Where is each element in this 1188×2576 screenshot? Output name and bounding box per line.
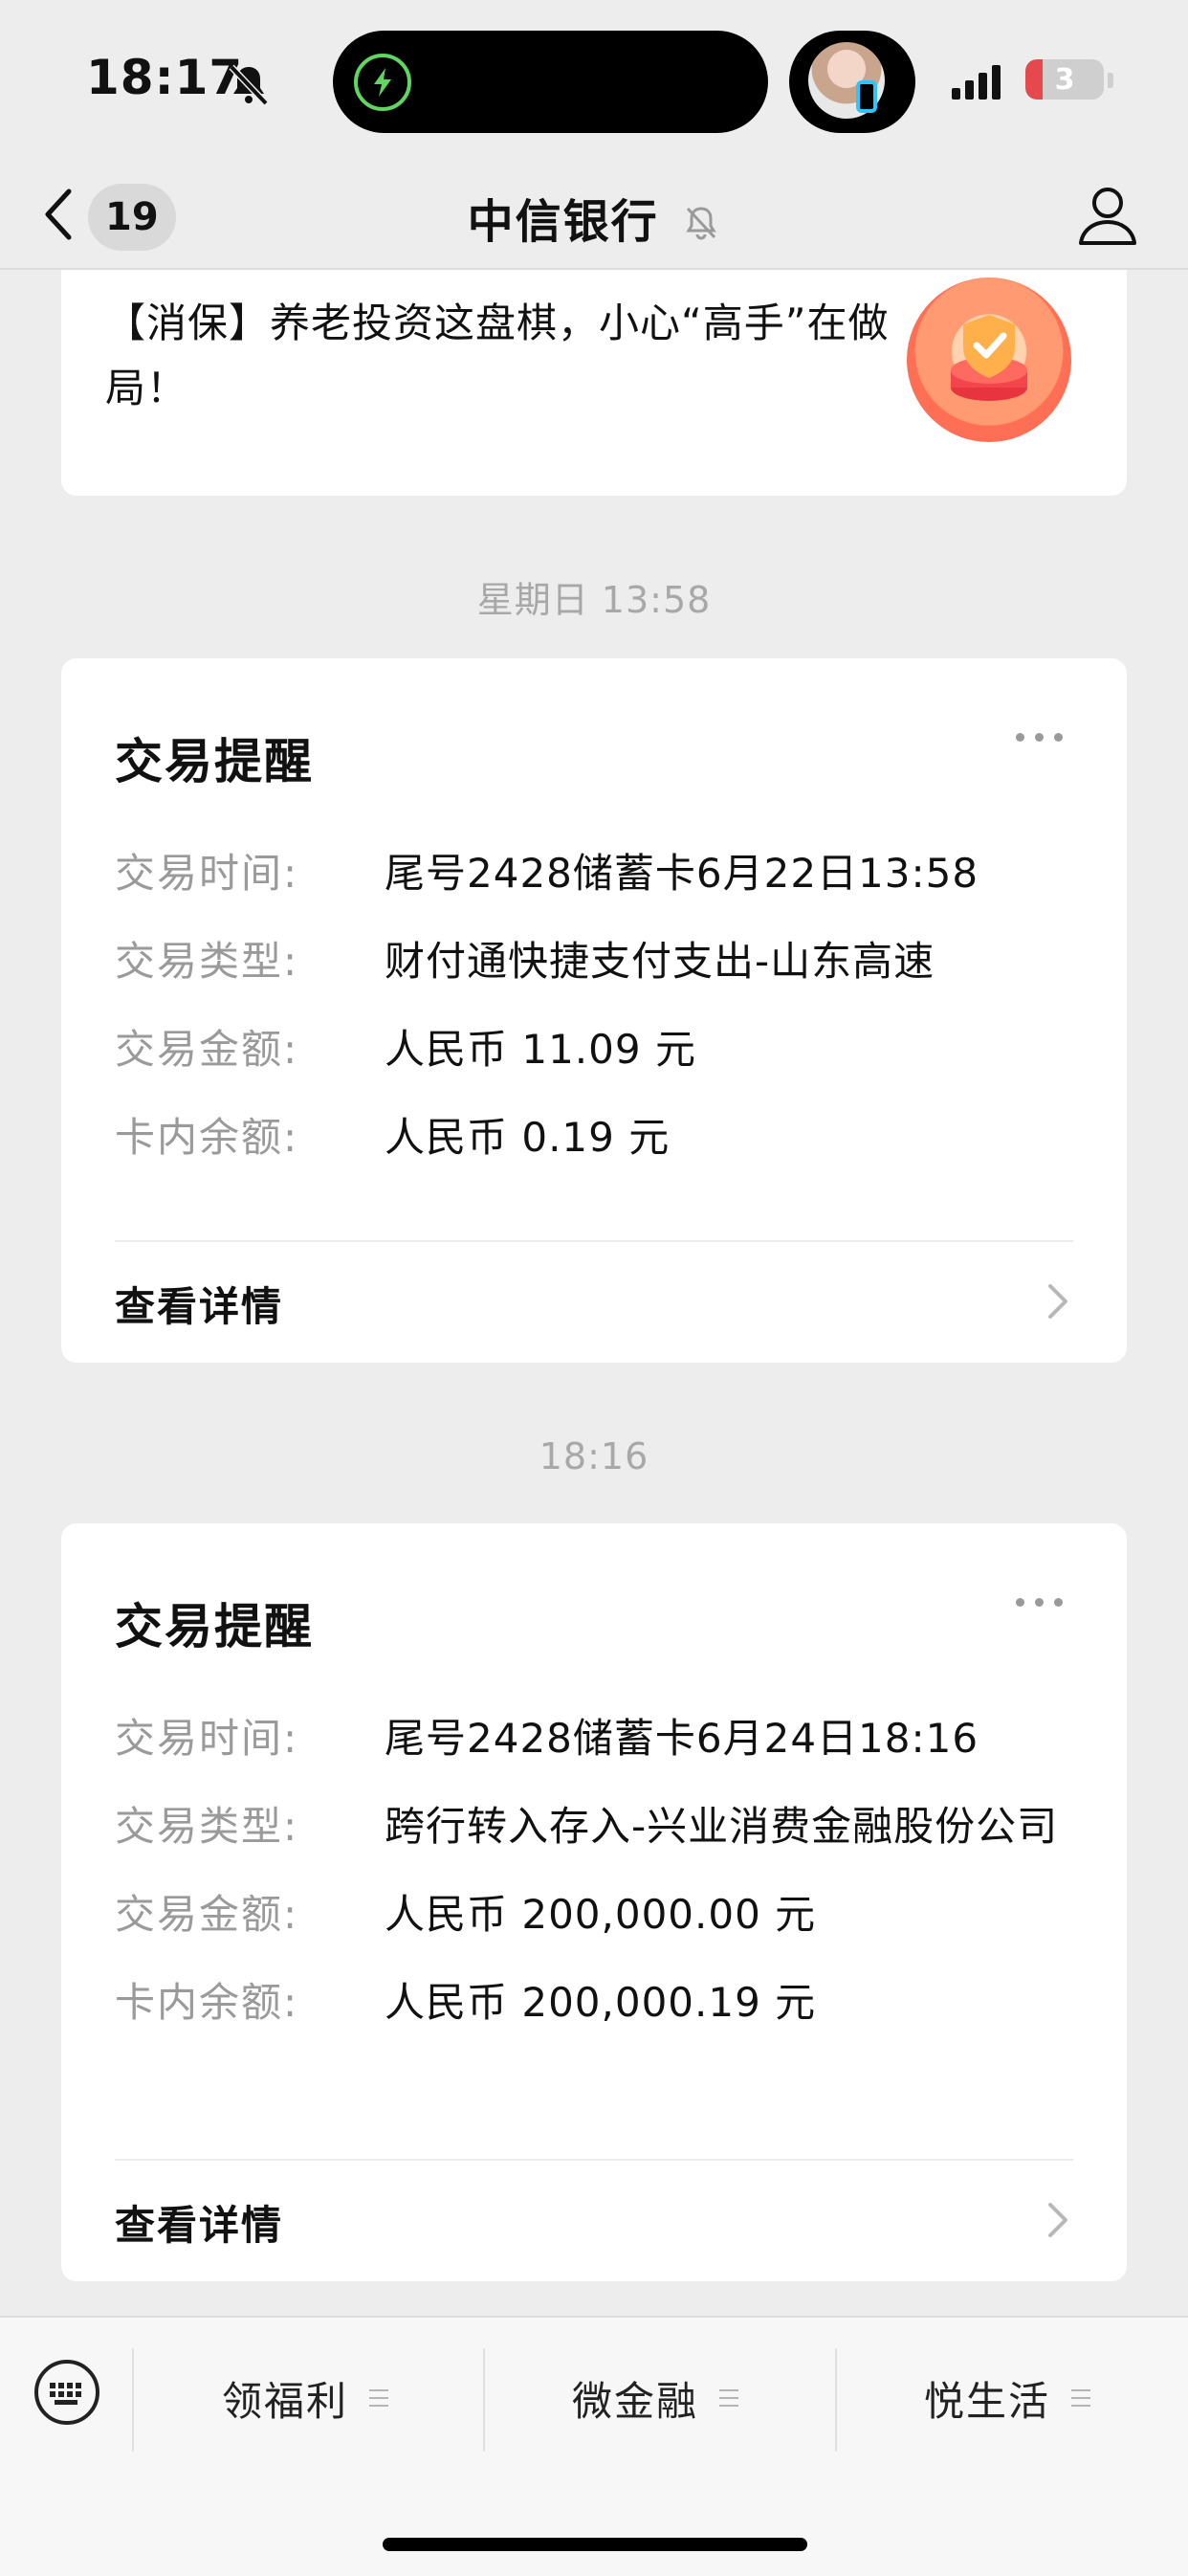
divider xyxy=(115,1240,1073,1242)
menu-item-benefits[interactable]: 领福利 xyxy=(222,2367,389,2429)
menu-item-label: 微金融 xyxy=(572,2377,699,2425)
detail-label: 交易金额: xyxy=(115,1026,299,1073)
home-indicator[interactable] xyxy=(383,2538,807,2551)
live-activity[interactable] xyxy=(789,31,915,133)
chat-title-text: 中信银行 xyxy=(467,195,659,249)
battery-level: 3 xyxy=(1054,63,1075,97)
detail-row-amount: 交易金额: 人民币 200,000.00 元 xyxy=(115,1887,1081,1943)
phone-icon xyxy=(856,80,877,113)
menu-separator xyxy=(483,2348,485,2452)
more-icon[interactable] xyxy=(1016,1598,1073,1617)
transaction-alert-card[interactable]: 交易提醒 交易时间: 尾号2428储蓄卡6月24日18:16 交易类型: 跨行转… xyxy=(61,1523,1127,2281)
promo-article-title: 【消保】养老投资这盘棋，小心“高手”在做局！ xyxy=(105,300,890,411)
status-bar: 18:17 3 xyxy=(0,0,1188,163)
detail-label: 交易时间: xyxy=(115,850,299,897)
view-details-link[interactable]: 查看详情 xyxy=(115,2193,283,2252)
nav-bar: 19 中信银行 xyxy=(0,163,1188,270)
transaction-alert-card[interactable]: 交易提醒 交易时间: 尾号2428储蓄卡6月22日13:58 交易类型: 财付通… xyxy=(61,658,1127,1363)
card-title: 交易提醒 xyxy=(115,1599,314,1654)
detail-label: 交易类型: xyxy=(115,1803,299,1850)
detail-row-amount: 交易金额: 人民币 11.09 元 xyxy=(115,1022,1081,1077)
menu-item-label: 悦生活 xyxy=(924,2377,1051,2425)
detail-label: 卡内余额: xyxy=(115,1979,299,2026)
more-icon[interactable] xyxy=(1016,733,1073,752)
detail-value: 人民币 200,000.19 元 xyxy=(385,1979,817,2026)
submenu-icon xyxy=(1071,2389,1091,2407)
detail-value: 尾号2428储蓄卡6月24日18:16 xyxy=(385,1715,979,1762)
chat-title: 中信银行 xyxy=(0,184,1188,251)
menu-item-life[interactable]: 悦生活 xyxy=(924,2367,1091,2429)
submenu-icon xyxy=(719,2389,739,2407)
detail-row-type: 交易类型: 财付通快捷支付支出-山东高速 xyxy=(115,934,1081,989)
detail-value: 财付通快捷支付支出-山东高速 xyxy=(385,938,935,985)
detail-row-time: 交易时间: 尾号2428储蓄卡6月22日13:58 xyxy=(115,846,1081,901)
message-timestamp: 18:16 xyxy=(539,1435,649,1477)
detail-row-balance: 卡内余额: 人民币 200,000.19 元 xyxy=(115,1975,1081,2031)
battery-icon: 3 xyxy=(1025,59,1104,100)
card-title: 交易提醒 xyxy=(115,734,314,789)
transaction-details: 交易时间: 尾号2428储蓄卡6月24日18:16 交易类型: 跨行转入存入-兴… xyxy=(115,1711,1081,2063)
detail-row-type: 交易类型: 跨行转入存入-兴业消费金融股份公司 xyxy=(115,1799,1081,1854)
detail-value: 尾号2428储蓄卡6月22日13:58 xyxy=(385,850,979,897)
menu-item-finance[interactable]: 微金融 xyxy=(572,2367,739,2429)
dynamic-island[interactable] xyxy=(333,31,768,133)
cellular-signal-icon xyxy=(952,63,1001,100)
detail-row-time: 交易时间: 尾号2428储蓄卡6月24日18:16 xyxy=(115,1711,1081,1766)
menu-item-label: 领福利 xyxy=(222,2377,349,2425)
menu-separator xyxy=(835,2348,837,2452)
transaction-details: 交易时间: 尾号2428储蓄卡6月22日13:58 交易类型: 财付通快捷支付支… xyxy=(115,846,1081,1198)
detail-row-balance: 卡内余额: 人民币 0.19 元 xyxy=(115,1110,1081,1166)
menu-separator xyxy=(132,2348,134,2452)
detail-value: 人民币 11.09 元 xyxy=(385,1026,696,1073)
detail-value: 人民币 200,000.00 元 xyxy=(385,1891,817,1938)
keyboard-icon[interactable] xyxy=(34,2360,99,2425)
chevron-right-icon xyxy=(1048,2203,1067,2237)
view-details-link[interactable]: 查看详情 xyxy=(115,1275,283,1333)
status-time: 18:17 xyxy=(86,50,244,105)
chevron-right-icon xyxy=(1048,1284,1067,1319)
submenu-icon xyxy=(369,2389,389,2407)
divider xyxy=(115,2159,1073,2161)
person-icon[interactable] xyxy=(1073,180,1142,249)
shield-check-icon xyxy=(907,278,1071,442)
message-timestamp: 星期日 13:58 xyxy=(476,579,712,621)
battery-nub xyxy=(1108,73,1113,88)
mute-bell-icon xyxy=(686,207,717,240)
promo-article-card[interactable]: 【消保】养老投资这盘棋，小心“高手”在做局！ xyxy=(61,270,1127,496)
detail-label: 交易类型: xyxy=(115,938,299,985)
bell-off-icon xyxy=(229,64,269,106)
detail-value: 人民币 0.19 元 xyxy=(385,1114,671,1161)
detail-label: 卡内余额: xyxy=(115,1114,299,1161)
detail-label: 交易时间: xyxy=(115,1715,299,1762)
charging-bolt-icon xyxy=(354,54,411,111)
detail-value: 跨行转入存入-兴业消费金融股份公司 xyxy=(385,1803,1059,1850)
detail-label: 交易金额: xyxy=(115,1891,299,1938)
